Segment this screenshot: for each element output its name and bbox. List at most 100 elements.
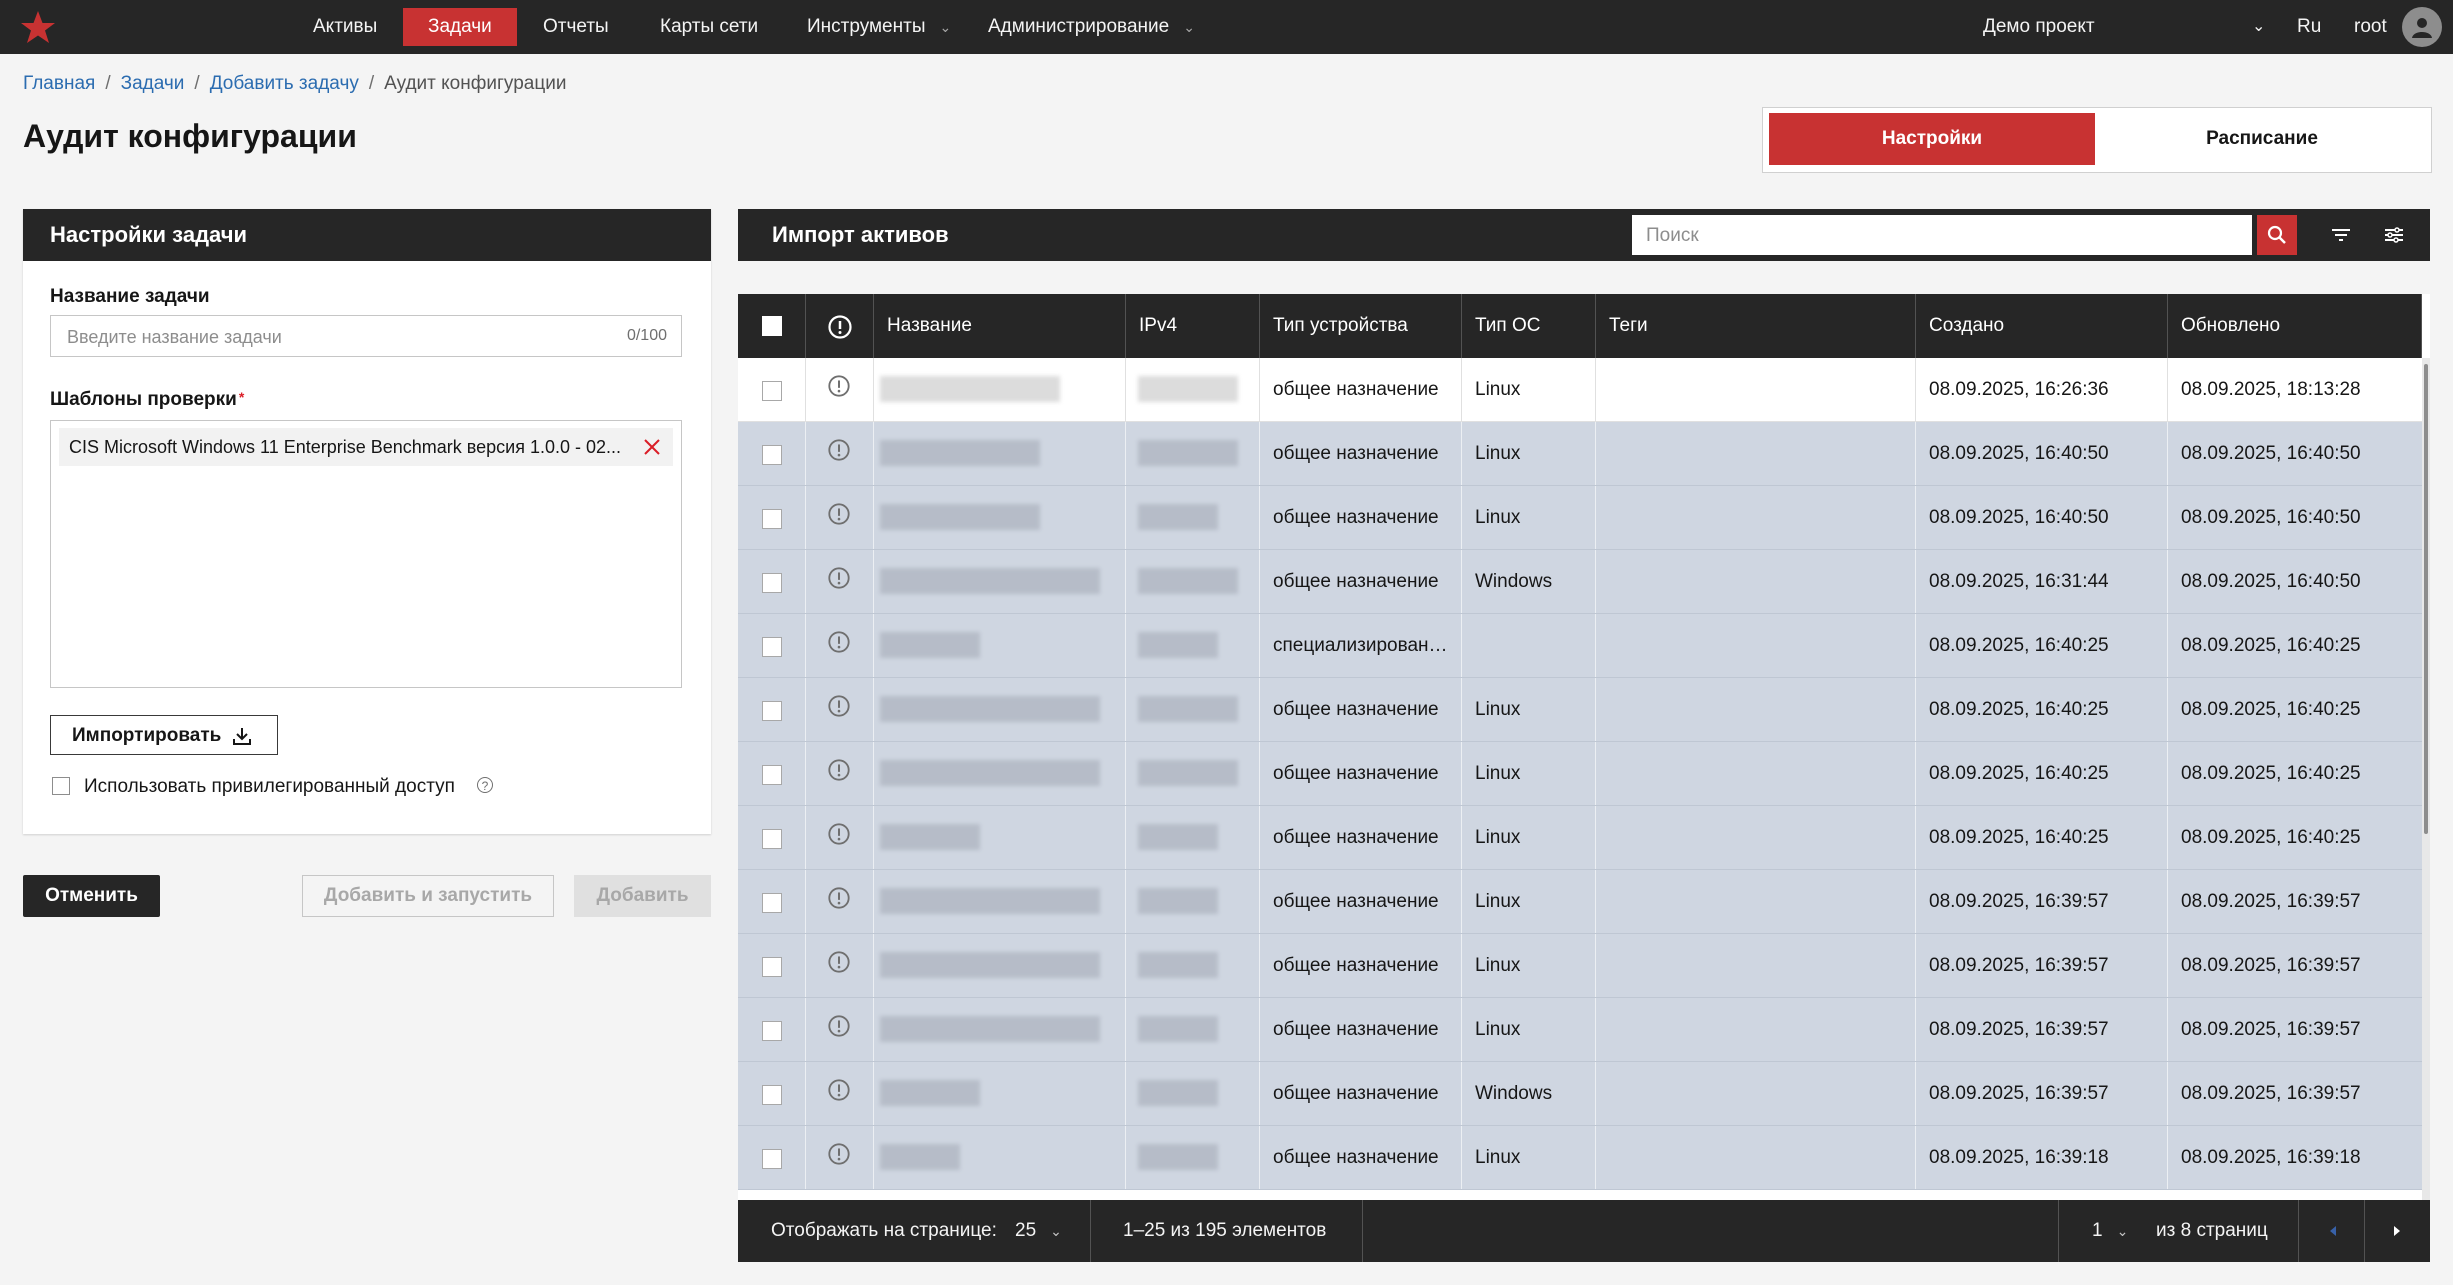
column-tags[interactable]: Теги bbox=[1596, 294, 1916, 358]
table-row[interactable]: общее назначение Linux 08.09.2025, 16:39:5… bbox=[738, 998, 2422, 1062]
row-checkbox[interactable] bbox=[762, 381, 782, 401]
breadcrumb-tasks[interactable]: Задачи bbox=[121, 73, 185, 94]
asset-name-cell bbox=[874, 1126, 1126, 1189]
row-checkbox[interactable] bbox=[762, 509, 782, 529]
redacted-ipv4 bbox=[1138, 632, 1218, 658]
nav-item-reports[interactable]: Отчеты bbox=[543, 0, 609, 54]
table-row[interactable]: общее назначение Windows 08.09.2025, 16:39… bbox=[738, 1062, 2422, 1126]
assets-table: Название IPv4 Тип устройства Тип ОС Теги… bbox=[738, 294, 2430, 1200]
asset-name-cell bbox=[874, 486, 1126, 549]
task-name-field[interactable]: 0/100 bbox=[50, 315, 682, 358]
row-checkbox[interactable] bbox=[762, 765, 782, 785]
row-checkbox[interactable] bbox=[762, 829, 782, 849]
row-checkbox[interactable] bbox=[762, 637, 782, 657]
device-type-cell: общее назначение bbox=[1260, 358, 1462, 421]
table-row[interactable]: общее назначение Windows 08.09.2025, 16:31… bbox=[738, 550, 2422, 614]
row-select-cell bbox=[738, 934, 806, 997]
required-mark: * bbox=[238, 389, 245, 405]
scrollbar-thumb[interactable] bbox=[2424, 364, 2428, 834]
cancel-button[interactable]: Отменить bbox=[23, 875, 160, 917]
warning-icon bbox=[828, 887, 850, 909]
search-button[interactable] bbox=[2257, 215, 2297, 255]
asset-ipv4-cell bbox=[1126, 870, 1260, 933]
select-all-checkbox[interactable] bbox=[762, 316, 782, 336]
column-ipv4[interactable]: IPv4 bbox=[1126, 294, 1260, 358]
row-checkbox[interactable] bbox=[762, 1149, 782, 1169]
redacted-ipv4 bbox=[1138, 440, 1238, 466]
table-row[interactable]: общее назначение Linux 08.09.2025, 16:39:5… bbox=[738, 870, 2422, 934]
row-status-cell bbox=[806, 998, 874, 1061]
username[interactable]: root bbox=[2354, 0, 2387, 54]
task-settings-title: Настройки задачи bbox=[50, 222, 248, 247]
tab-schedule[interactable]: Расписание bbox=[2099, 113, 2425, 165]
nav-item-network-maps[interactable]: Карты сети bbox=[660, 0, 758, 54]
per-page-value: 25 bbox=[1015, 1220, 1037, 1241]
caret-right-icon bbox=[2394, 1225, 2400, 1236]
logo-star-icon[interactable] bbox=[18, 9, 58, 45]
row-checkbox[interactable] bbox=[762, 957, 782, 977]
table-row[interactable]: общее назначение Linux 08.09.2025, 16:40:2… bbox=[738, 742, 2422, 806]
redacted-name bbox=[880, 952, 1100, 978]
table-row[interactable]: общее назначение Linux 08.09.2025, 16:40:2… bbox=[738, 806, 2422, 870]
filter-icon[interactable] bbox=[2329, 223, 2353, 247]
column-device-type[interactable]: Тип устройства bbox=[1260, 294, 1462, 358]
row-checkbox[interactable] bbox=[762, 1021, 782, 1041]
avatar[interactable] bbox=[2402, 7, 2442, 47]
language-switch[interactable]: Ru bbox=[2297, 0, 2321, 54]
os-type-cell: Linux bbox=[1462, 358, 1596, 421]
add-and-run-button[interactable]: Добавить и запустить bbox=[302, 875, 554, 917]
tab-settings[interactable]: Настройки bbox=[1769, 113, 2095, 165]
close-icon[interactable] bbox=[641, 436, 663, 458]
next-page-button[interactable] bbox=[2390, 1200, 2404, 1262]
redacted-name bbox=[880, 440, 1040, 466]
column-os-type[interactable]: Тип ОС bbox=[1462, 294, 1596, 358]
nav-item-tools[interactable]: Инструменты ⌄ bbox=[807, 0, 951, 54]
column-settings-icon[interactable] bbox=[2382, 223, 2406, 247]
search-field[interactable] bbox=[1632, 215, 2252, 257]
row-checkbox[interactable] bbox=[762, 1085, 782, 1105]
column-updated[interactable]: Обновлено bbox=[2168, 294, 2422, 358]
warning-icon bbox=[828, 951, 850, 973]
table-row[interactable]: специализирован… 08.09.2025, 16:40:25 08.0… bbox=[738, 614, 2422, 678]
row-checkbox[interactable] bbox=[762, 445, 782, 465]
templates-field[interactable]: CIS Microsoft Windows 11 Enterprise Benc… bbox=[50, 420, 682, 688]
updated-cell: 08.09.2025, 18:13:28 bbox=[2181, 379, 2361, 400]
column-created[interactable]: Создано bbox=[1916, 294, 2168, 358]
table-row[interactable]: общее назначение Linux 08.09.2025, 16:39:5… bbox=[738, 934, 2422, 998]
row-select-cell bbox=[738, 358, 806, 421]
breadcrumb-home[interactable]: Главная bbox=[23, 73, 95, 94]
per-page-select[interactable]: 25 ⌄ bbox=[1015, 1200, 1062, 1262]
add-button[interactable]: Добавить bbox=[574, 875, 711, 917]
updated-cell: 08.09.2025, 16:39:57 bbox=[2181, 1083, 2361, 1104]
asset-name-cell bbox=[874, 806, 1126, 869]
table-row[interactable]: общее назначение Linux 08.09.2025, 16:40:5… bbox=[738, 486, 2422, 550]
nav-item-administration[interactable]: Администрирование ⌄ bbox=[988, 0, 1195, 54]
task-name-input[interactable] bbox=[65, 316, 589, 358]
breadcrumb-add-task[interactable]: Добавить задачу bbox=[210, 73, 359, 94]
privileged-access-checkbox[interactable] bbox=[52, 777, 70, 795]
row-checkbox[interactable] bbox=[762, 893, 782, 913]
updated-cell: 08.09.2025, 16:40:25 bbox=[2181, 763, 2361, 784]
help-icon[interactable]: ? bbox=[477, 777, 493, 793]
column-name[interactable]: Название bbox=[874, 294, 1126, 358]
table-row[interactable]: общее назначение Linux 08.09.2025, 16:39:1… bbox=[738, 1126, 2422, 1190]
page-select[interactable]: 1 ⌄ bbox=[2092, 1200, 2128, 1262]
table-row[interactable]: общее назначение Linux 08.09.2025, 16:40:5… bbox=[738, 422, 2422, 486]
chevron-down-icon[interactable]: ⌄ bbox=[2252, 0, 2265, 54]
prev-page-button[interactable] bbox=[2326, 1200, 2340, 1262]
redacted-ipv4 bbox=[1138, 504, 1218, 530]
nav-item-assets[interactable]: Активы bbox=[313, 0, 377, 54]
table-row[interactable]: общее назначение Linux 08.09.2025, 16:40:2… bbox=[738, 678, 2422, 742]
search-input[interactable] bbox=[1644, 215, 2208, 257]
asset-name-cell bbox=[874, 678, 1126, 741]
project-selector[interactable]: Демо проект bbox=[1983, 0, 2095, 54]
import-button[interactable]: Импортировать bbox=[50, 715, 278, 755]
nav-item-administration-label: Администрирование bbox=[988, 16, 1170, 37]
redacted-name bbox=[880, 1080, 980, 1106]
redacted-name bbox=[880, 376, 1060, 402]
row-checkbox[interactable] bbox=[762, 701, 782, 721]
table-row[interactable]: общее назначение Linux 08.09.2025, 16:26:3… bbox=[738, 358, 2422, 422]
nav-item-tasks[interactable]: Задачи bbox=[403, 8, 517, 46]
row-checkbox[interactable] bbox=[762, 573, 782, 593]
row-status-cell bbox=[806, 1126, 874, 1189]
